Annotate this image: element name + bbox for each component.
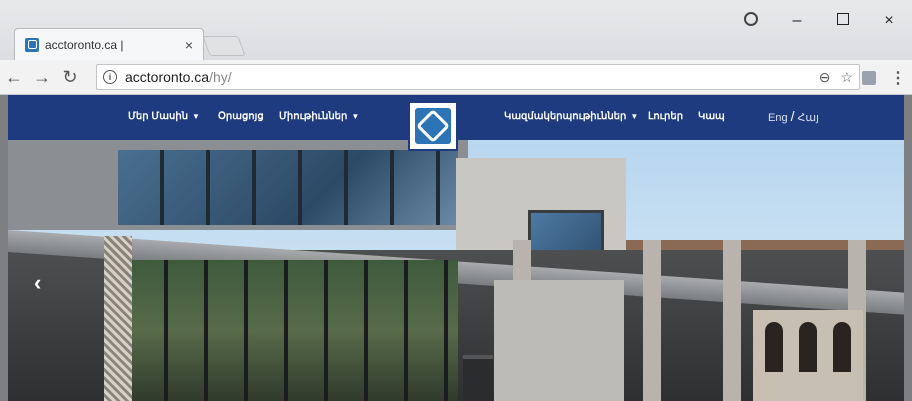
- arch: [833, 322, 851, 372]
- window-controls: – ×: [728, 8, 912, 34]
- nav-item-organizations-label: Կազմակերպութիւններ: [504, 111, 627, 122]
- page-left-border: [0, 95, 8, 401]
- tab-title: acctoronto.ca |: [45, 37, 124, 52]
- site-favicon-icon: [25, 37, 39, 52]
- menu-kebab-icon[interactable]: ⋮: [890, 68, 906, 88]
- building-wall-lower: [494, 280, 624, 401]
- column: [643, 240, 661, 401]
- trash-bin: [463, 355, 493, 401]
- lang-hy-link[interactable]: Հայ: [797, 112, 819, 124]
- address-bar[interactable]: i acctoronto.ca /hy/ ⊖ ☆: [96, 64, 860, 90]
- maximize-icon: [837, 13, 849, 25]
- caret-down-icon: ▼: [630, 112, 639, 121]
- tab-close-icon[interactable]: ×: [185, 37, 193, 53]
- nav-item-associations[interactable]: Միութիւններ ▼: [279, 111, 359, 122]
- language-switcher: Eng / Հայ: [768, 108, 819, 124]
- back-button[interactable]: ←: [0, 67, 28, 88]
- nav-item-calendar[interactable]: Օրացոյց: [218, 111, 264, 122]
- omnibox-actions: ⊖ ☆: [819, 69, 853, 86]
- browser-toolbar: ← → ↻ i acctoronto.ca /hy/ ⊖ ☆ ⋮: [0, 60, 912, 95]
- page-scrollbar[interactable]: [904, 95, 912, 401]
- site-logo[interactable]: [408, 101, 458, 151]
- close-window-button[interactable]: ×: [866, 12, 912, 30]
- info-icon[interactable]: i: [103, 70, 117, 84]
- arched-windows: [753, 310, 863, 401]
- building-storefront: [128, 260, 458, 401]
- profile-icon: [744, 11, 758, 26]
- lang-separator: /: [790, 108, 795, 124]
- extension-icon[interactable]: [862, 71, 876, 85]
- mosaic-column: [104, 236, 132, 401]
- minimize-button[interactable]: –: [774, 12, 820, 30]
- logo-mark-icon: [415, 108, 451, 144]
- browser-titlebar: acctoronto.ca | × – ×: [0, 0, 912, 60]
- nav-item-calendar-label: Օրացոյց: [218, 111, 264, 122]
- nav-item-associations-label: Միութիւններ: [279, 111, 348, 122]
- nav-item-about-label: Մեր Մասին: [128, 111, 189, 122]
- building-glass: [118, 150, 458, 225]
- nav-item-about[interactable]: Մեր Մասին ▼: [128, 111, 200, 122]
- nav-item-contact[interactable]: Կապ: [698, 111, 725, 122]
- nav-item-news-label: Լուրեր: [648, 111, 684, 122]
- arch: [799, 322, 817, 372]
- caret-down-icon: ▼: [192, 112, 200, 121]
- caret-down-icon: ▼: [351, 112, 360, 121]
- lang-en-link[interactable]: Eng: [768, 112, 788, 124]
- profile-button[interactable]: [728, 11, 774, 31]
- carousel-prev-icon[interactable]: ‹: [34, 270, 41, 296]
- arch: [765, 322, 783, 372]
- url-path: /hy/: [209, 69, 232, 85]
- nav-item-contact-label: Կապ: [698, 111, 725, 122]
- nav-item-news[interactable]: Լուրեր: [648, 111, 683, 122]
- extension-area: ⋮: [862, 68, 906, 88]
- maximize-button[interactable]: [820, 12, 866, 30]
- bookmark-star-icon[interactable]: ☆: [840, 69, 853, 86]
- url-host: acctoronto.ca: [125, 69, 210, 85]
- nav-item-organizations[interactable]: Կազմակերպութիւններ ▼: [504, 111, 638, 122]
- zoom-icon[interactable]: ⊖: [819, 69, 831, 86]
- forward-button[interactable]: →: [28, 67, 56, 88]
- reload-button[interactable]: ↻: [56, 67, 84, 88]
- new-tab-button[interactable]: [202, 36, 246, 56]
- hero-carousel-image: ‹: [8, 140, 904, 401]
- site-navbar: Մեր Մասին ▼ Օրացոյց Միութիւններ ▼ Կազմակեր…: [8, 95, 904, 151]
- browser-tab[interactable]: acctoronto.ca | ×: [14, 28, 204, 60]
- column: [723, 240, 741, 401]
